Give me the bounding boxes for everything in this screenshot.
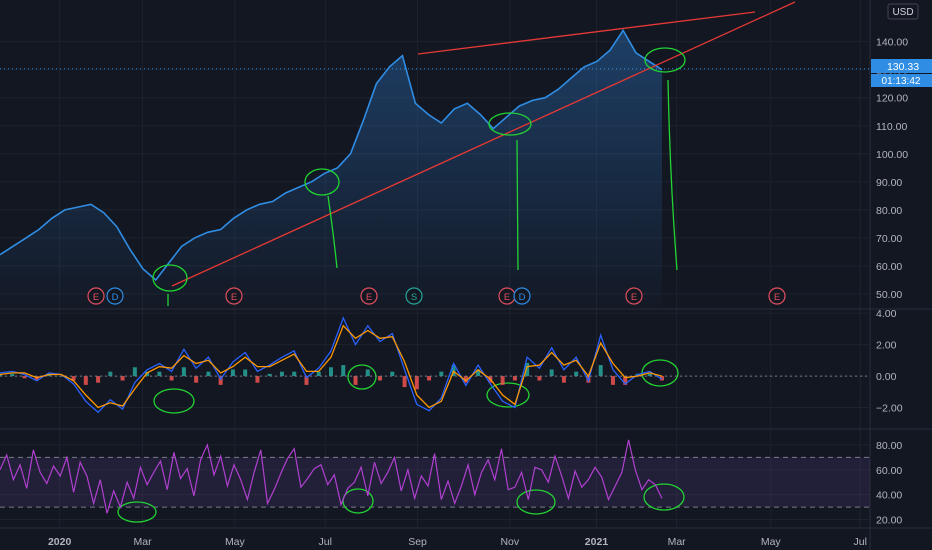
currency-label: USD [892, 7, 913, 18]
event-marker-label: D [519, 292, 526, 303]
trendline-resistance[interactable] [417, 11, 756, 55]
y-tick-label: 90.00 [876, 177, 902, 189]
annotation-line[interactable] [667, 79, 678, 271]
x-tick-label: Sep [408, 536, 427, 548]
annotation-circle[interactable] [153, 388, 195, 414]
y-tick-label: 0.00 [876, 371, 897, 383]
event-marker-label: E [631, 292, 637, 303]
y-tick-label: 50.00 [876, 289, 902, 301]
macd-histogram-bar [230, 369, 235, 377]
y-tick-label: 2.00 [876, 340, 897, 352]
macd-histogram-bar [427, 376, 432, 381]
macd-histogram-bar [292, 371, 297, 377]
x-tick-label: Jul [319, 536, 332, 548]
x-tick-label: Mar [134, 536, 153, 548]
macd-histogram-bar [402, 376, 407, 388]
event-marker-label: E [93, 292, 99, 303]
event-marker-label: E [231, 292, 237, 303]
event-marker-label: D [112, 292, 119, 303]
y-tick-label: 80.00 [876, 440, 902, 452]
y-tick-label: 20.00 [876, 515, 902, 527]
chart-canvas: EDEESEDEE 50.0060.0070.0080.0090.00100.0… [0, 0, 932, 550]
rsi-band-fill [0, 457, 870, 508]
macd-histogram-bar [610, 376, 615, 385]
macd-histogram-bar [414, 376, 419, 390]
macd-histogram-bar [108, 371, 113, 377]
macd-histogram-bar [169, 376, 174, 381]
x-tick-label: Mar [668, 536, 687, 548]
macd-histogram-bar [390, 371, 395, 377]
event-marker-label: E [504, 292, 510, 303]
x-tick-label: May [761, 536, 782, 548]
y-tick-label: 40.00 [876, 490, 902, 502]
y-tick-label: 110.00 [876, 121, 907, 133]
last-price-value: 130.33 [887, 61, 919, 73]
y-tick-label: −2.00 [876, 403, 903, 415]
macd-histogram-bar [353, 376, 358, 385]
macd-histogram-bar [439, 371, 444, 377]
macd-histogram-bar [120, 376, 125, 381]
macd-histogram-bar [194, 376, 199, 383]
y-tick-label: 4.00 [876, 308, 897, 320]
x-tick-label: 2021 [585, 536, 609, 548]
macd-histogram-bar [206, 371, 211, 377]
macd-histogram-bar [549, 369, 554, 377]
macd-histogram-bar [181, 367, 186, 377]
macd-line[interactable] [0, 316, 663, 414]
macd-histogram-bar [96, 376, 101, 383]
event-marker-label: S [411, 292, 417, 303]
x-tick-label: Nov [500, 536, 519, 548]
event-marker-label: E [774, 292, 780, 303]
countdown-value: 01:13:42 [882, 76, 921, 87]
y-tick-label: 60.00 [876, 261, 902, 273]
event-marker-label: E [366, 292, 372, 303]
macd-histogram-bar [279, 371, 284, 377]
x-tick-label: Jul [854, 536, 867, 548]
time-scale[interactable]: 2020 Mar May Jul Sep Nov 2021 Mar May Jul [48, 536, 867, 548]
y-tick-label: 80.00 [876, 205, 902, 217]
y-tick-label: 60.00 [876, 465, 902, 477]
macd-histogram-bar [243, 369, 248, 377]
macd-histogram-bar [365, 369, 370, 377]
y-tick-label: 100.00 [876, 149, 908, 161]
macd-histogram-bar [83, 376, 88, 385]
price-scale[interactable]: 50.00 60.00 70.00 80.00 90.00 100.00 110.00 120… [876, 37, 908, 527]
price-area [0, 30, 662, 309]
macd-histogram-bar [132, 367, 137, 377]
x-tick-label: May [225, 536, 246, 548]
macd-histogram-bar [512, 376, 517, 381]
y-tick-label: 70.00 [876, 233, 902, 245]
macd-histogram-bar [561, 376, 566, 383]
x-tick-label: 2020 [48, 536, 72, 548]
y-tick-label: 120.00 [876, 93, 908, 105]
macd-histogram-bar [341, 365, 346, 377]
macd-histogram-bar [537, 376, 542, 381]
macd-histogram-bar [316, 371, 321, 377]
macd-histogram-bar [378, 376, 383, 381]
macd-histogram-bar [157, 371, 162, 377]
macd-histogram-bar [329, 367, 333, 377]
macd-histogram-bar [500, 376, 505, 385]
annotation-circle[interactable] [347, 364, 377, 390]
macd-histogram-bar [255, 376, 260, 383]
macd-histogram-bar [598, 365, 603, 377]
y-tick-label: 140.00 [876, 37, 908, 49]
macd-histogram-bar [574, 371, 579, 377]
